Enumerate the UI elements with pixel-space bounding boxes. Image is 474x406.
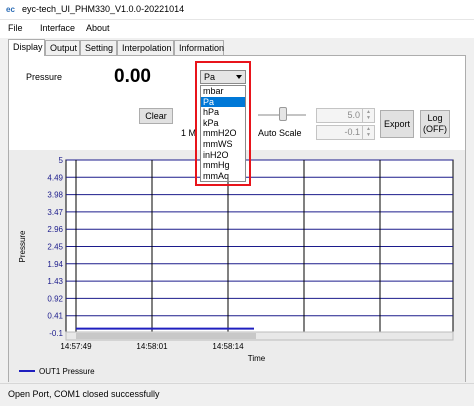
tab-setting[interactable]: Setting <box>80 40 117 56</box>
interval-label: 1 M <box>181 128 197 138</box>
upper-limit-value: 5.0 <box>347 110 360 120</box>
lower-limit-value: -0.1 <box>344 127 360 137</box>
menu-about[interactable]: About <box>86 23 110 33</box>
log-button-label: Log <box>427 113 443 124</box>
spin-arrows-icon[interactable]: ▲ ▼ <box>362 126 374 139</box>
tab-information[interactable]: Information <box>174 40 224 56</box>
pressure-label: Pressure <box>26 72 63 82</box>
title-bar: ec eyc-tech_UI_PHM330_V1.0.0-20221014 <box>0 0 474 20</box>
y-tick-label: -0.1 <box>49 329 63 338</box>
chevron-down-icon <box>236 75 242 79</box>
legend-label: OUT1 Pressure <box>39 367 95 376</box>
export-button[interactable]: Export <box>380 110 414 138</box>
unit-dropdown-list: mbar Pa hPa kPa mmH2O mmWS inH2O mmHg mmAq <box>200 85 246 182</box>
unit-option[interactable]: kPa <box>201 118 245 129</box>
log-button[interactable]: Log (OFF) <box>420 110 450 138</box>
tab-display[interactable]: Display <box>8 39 45 56</box>
window-title: eyc-tech_UI_PHM330_V1.0.0-20221014 <box>22 4 185 14</box>
x-tick-label: 14:57:49 <box>60 342 92 351</box>
unit-option[interactable]: mmAq <box>201 171 245 182</box>
upper-limit-spinbox[interactable]: 5.0 ▲ ▼ <box>316 108 375 123</box>
unit-select[interactable]: Pa <box>200 70 246 84</box>
unit-option[interactable]: Pa <box>201 96 245 108</box>
auto-scale-label: Auto Scale <box>258 128 302 138</box>
unit-select-value: Pa <box>204 72 216 82</box>
x-tick-label: 14:58:14 <box>212 342 244 351</box>
app-icon: ec <box>6 5 15 14</box>
x-scrollbar-thumb <box>76 333 256 339</box>
status-text: Open Port, COM1 closed successfully <box>8 389 160 399</box>
status-bar: Open Port, COM1 closed successfully <box>0 383 474 406</box>
x-axis-title: Time <box>248 354 266 363</box>
y-tick-label: 0.41 <box>47 312 63 321</box>
scale-slider-thumb[interactable] <box>279 107 287 121</box>
chart-area: 5 4.49 3.98 3.47 2.96 2.45 1.94 1.43 0.92 0.41 -0.… <box>9 150 465 382</box>
clear-button[interactable]: Clear <box>139 108 173 124</box>
unit-option[interactable]: mmH2O <box>201 128 245 139</box>
pressure-chart: 5 4.49 3.98 3.47 2.96 2.45 1.94 1.43 0.92 0.41 -0.… <box>18 156 454 376</box>
menu-interface[interactable]: Interface <box>40 23 75 33</box>
unit-option[interactable]: inH2O <box>201 150 245 161</box>
y-tick-label: 1.94 <box>47 260 63 269</box>
tab-output[interactable]: Output <box>45 40 80 56</box>
y-tick-label: 3.47 <box>47 208 63 217</box>
unit-option[interactable]: mbar <box>201 86 245 97</box>
x-tick-label: 14:58:01 <box>136 342 168 351</box>
lower-limit-spinbox[interactable]: -0.1 ▲ ▼ <box>316 125 375 140</box>
unit-option[interactable]: mmWS <box>201 139 245 150</box>
spin-arrows-icon[interactable]: ▲ ▼ <box>362 109 374 122</box>
log-button-state: (OFF) <box>423 124 447 134</box>
y-tick-label: 0.92 <box>47 294 63 303</box>
menu-bar: File Interface About <box>0 20 474 38</box>
y-tick-label: 2.45 <box>47 243 63 252</box>
y-tick-label: 1.43 <box>47 277 63 286</box>
pressure-value: 0.00 <box>114 66 151 87</box>
tab-interpolation[interactable]: Interpolation <box>117 40 174 56</box>
y-axis-title: Pressure <box>18 230 27 263</box>
y-tick-label: 4.49 <box>47 173 63 182</box>
unit-option[interactable]: hPa <box>201 107 245 118</box>
y-tick-label: 2.96 <box>47 225 63 234</box>
unit-option[interactable]: mmHg <box>201 160 245 171</box>
y-tick-label: 5 <box>59 156 64 165</box>
menu-file[interactable]: File <box>8 23 23 33</box>
y-tick-label: 3.98 <box>47 191 63 200</box>
